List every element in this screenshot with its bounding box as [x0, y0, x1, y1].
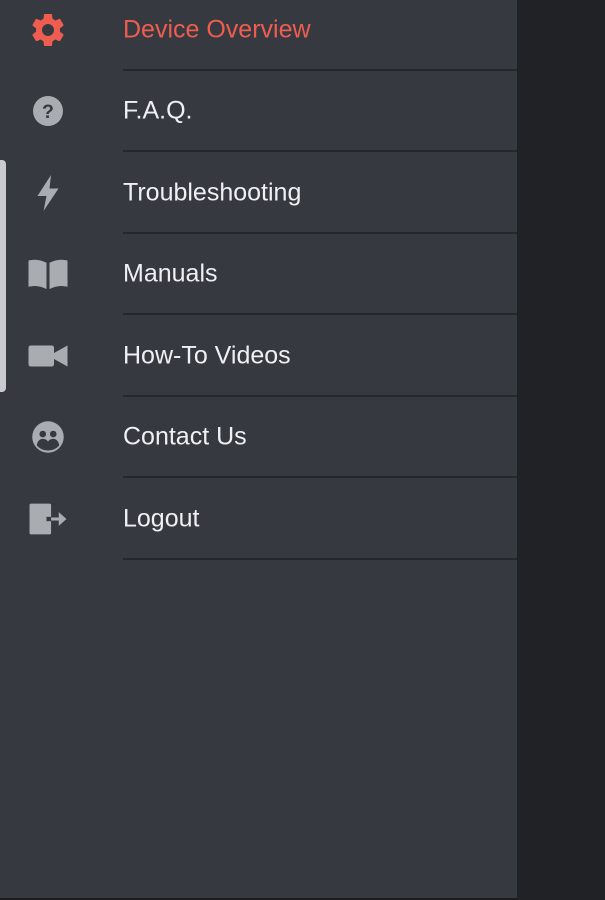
menu-item-label: Manuals	[123, 259, 218, 288]
menu-item-manuals[interactable]: Manuals	[0, 234, 517, 315]
logout-icon	[26, 497, 70, 541]
lightning-bolt-icon	[26, 171, 70, 215]
support-group-icon	[26, 415, 70, 459]
gear-icon	[26, 8, 70, 52]
navigation-drawer: Device Overview ? F.A.Q. Troubleshooting…	[0, 0, 517, 900]
menu-item-label: Contact Us	[123, 422, 247, 451]
menu-item-device-overview[interactable]: Device Overview	[0, 0, 517, 71]
drawer-menu: Device Overview ? F.A.Q. Troubleshooting…	[0, 0, 517, 560]
open-book-icon	[26, 252, 70, 296]
menu-item-label: Logout	[123, 504, 200, 533]
menu-item-how-to-videos[interactable]: How-To Videos	[0, 315, 517, 397]
menu-item-label: F.A.Q.	[123, 96, 193, 125]
svg-text:?: ?	[42, 101, 54, 123]
menu-item-troubleshooting[interactable]: Troubleshooting	[0, 152, 517, 234]
menu-item-faq[interactable]: ? F.A.Q.	[0, 71, 517, 152]
help-circle-icon: ?	[26, 89, 70, 133]
menu-item-contact-us[interactable]: Contact Us	[0, 397, 517, 478]
menu-item-logout[interactable]: Logout	[0, 478, 517, 560]
app-screen: Device Overview ? F.A.Q. Troubleshooting…	[0, 0, 605, 900]
menu-item-label: How-To Videos	[123, 341, 291, 370]
divider	[123, 557, 517, 560]
menu-item-label: Device Overview	[123, 15, 311, 44]
menu-item-label: Troubleshooting	[123, 178, 302, 207]
video-camera-icon	[26, 334, 70, 378]
content-scrim[interactable]	[517, 0, 605, 900]
